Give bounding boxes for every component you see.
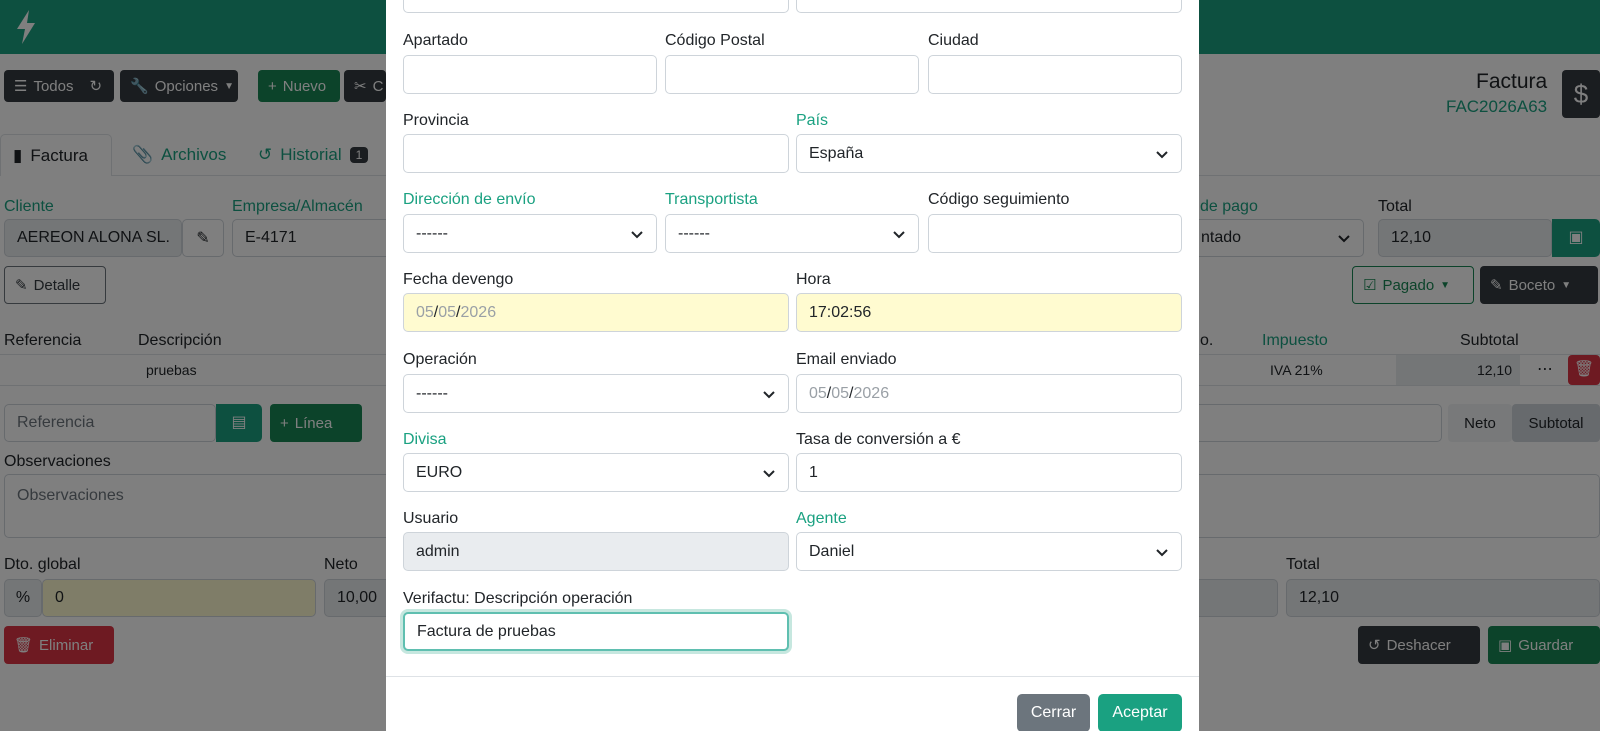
address-field-top[interactable]	[403, 0, 789, 13]
tasa-conversion-label: Tasa de conversión a €	[796, 431, 961, 448]
chevron-down-icon	[630, 227, 644, 241]
operacion-select[interactable]: ------	[403, 374, 789, 413]
agente-select[interactable]: Daniel	[796, 532, 1182, 571]
usuario-field: admin	[403, 532, 789, 571]
direccion-envio-select[interactable]: ------	[403, 214, 657, 253]
provincia-input[interactable]	[403, 134, 789, 173]
fecha-devengo-input[interactable]: 05/05/2026	[403, 293, 789, 332]
direccion-envio-label: Dirección de envío	[403, 191, 536, 208]
modal-footer-divider	[386, 676, 1199, 677]
hora-input[interactable]: 17:02:56	[796, 293, 1182, 332]
chevron-down-icon	[762, 387, 776, 401]
divisa-select[interactable]: EURO	[403, 453, 789, 492]
address-details-modal: Apartado Código Postal Ciudad Provincia …	[386, 0, 1199, 731]
provincia-label: Provincia	[403, 112, 469, 129]
verifactu-label: Verifactu: Descripción operación	[403, 590, 633, 607]
apartado-input[interactable]	[403, 55, 657, 94]
apartado-label: Apartado	[403, 32, 468, 49]
verifactu-descripcion-input[interactable]: Factura de pruebas	[403, 612, 789, 651]
aceptar-button[interactable]: Aceptar	[1098, 694, 1182, 731]
hora-label: Hora	[796, 271, 831, 288]
codigo-postal-input[interactable]	[665, 55, 919, 94]
divisa-label: Divisa	[403, 431, 447, 448]
transportista-label: Transportista	[665, 191, 758, 208]
codigo-postal-label: Código Postal	[665, 32, 765, 49]
chevron-down-icon	[1155, 545, 1169, 559]
agente-label: Agente	[796, 510, 847, 527]
email-enviado-label: Email enviado	[796, 351, 897, 368]
operacion-label: Operación	[403, 351, 477, 368]
chevron-down-icon	[1155, 147, 1169, 161]
ciudad-label: Ciudad	[928, 32, 979, 49]
fecha-devengo-label: Fecha devengo	[403, 271, 514, 288]
pais-label: País	[796, 112, 829, 129]
transportista-select[interactable]: ------	[665, 214, 919, 253]
codigo-seguimiento-label: Código seguimiento	[928, 191, 1070, 208]
ciudad-input[interactable]	[928, 55, 1182, 94]
address2-field-top[interactable]	[796, 0, 1182, 13]
usuario-label: Usuario	[403, 510, 459, 527]
email-enviado-input[interactable]: 05/05/2026	[796, 374, 1182, 413]
cerrar-button[interactable]: Cerrar	[1017, 694, 1090, 731]
chevron-down-icon	[762, 466, 776, 480]
codigo-seguimiento-input[interactable]	[928, 214, 1182, 253]
tasa-conversion-input[interactable]: 1	[796, 453, 1182, 492]
chevron-down-icon	[892, 227, 906, 241]
pais-select[interactable]: España	[796, 134, 1182, 173]
